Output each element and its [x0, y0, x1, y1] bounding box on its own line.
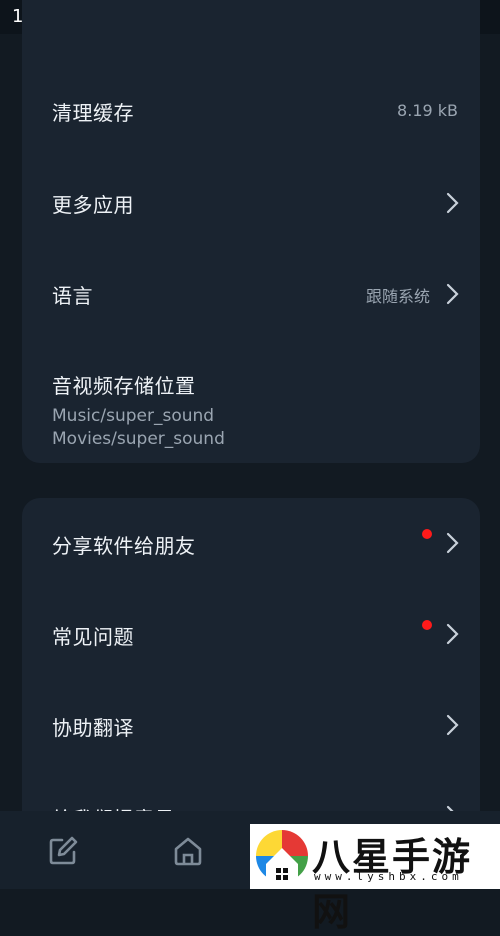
notification-dot	[422, 620, 432, 630]
more-apps-row[interactable]: 更多应用	[22, 156, 480, 246]
faq-row[interactable]: 常见问题	[22, 589, 480, 679]
media-storage-row[interactable]: 音视频存储位置 Music/super_sound Movies/super_s…	[22, 340, 480, 460]
help-translate-row[interactable]: 协助翻译	[22, 680, 480, 770]
settings-card-storage: 清理缓存 8.19 kB 更多应用 语言 跟随系统 音视频存储位置 Music/…	[22, 0, 480, 463]
chevron-right-icon	[446, 192, 459, 214]
edit-icon[interactable]	[47, 835, 79, 867]
share-app-label: 分享软件给朋友	[52, 534, 196, 558]
music-path: Music/super_sound	[52, 406, 215, 426]
watermark-logo	[256, 830, 308, 882]
movies-path: Movies/super_sound	[52, 429, 225, 449]
media-storage-label: 音视频存储位置	[52, 374, 196, 398]
language-label: 语言	[52, 284, 93, 308]
language-row[interactable]: 语言 跟随系统	[22, 247, 480, 337]
watermark-url: www.lyshbx.com	[314, 870, 463, 883]
notification-dot	[422, 529, 432, 539]
help-translate-label: 协助翻译	[52, 716, 134, 740]
chevron-right-icon	[446, 532, 459, 554]
home-icon[interactable]	[172, 835, 204, 867]
language-value: 跟随系统	[365, 287, 430, 306]
cache-size-value: 8.19 kB	[397, 101, 458, 120]
chevron-right-icon	[446, 283, 459, 305]
share-app-row[interactable]: 分享软件给朋友	[22, 498, 480, 588]
clear-cache-row[interactable]: 清理缓存 8.19 kB	[22, 65, 480, 155]
chevron-right-icon	[446, 623, 459, 645]
clear-cache-label: 清理缓存	[52, 101, 134, 125]
more-apps-label: 更多应用	[52, 193, 134, 217]
settings-card-support: 分享软件给朋友 常见问题 协助翻译 给我们提意见	[22, 498, 480, 858]
chevron-right-icon	[446, 714, 459, 736]
watermark: 八星手游网 www.lyshbx.com	[250, 824, 500, 934]
faq-label: 常见问题	[52, 625, 134, 649]
